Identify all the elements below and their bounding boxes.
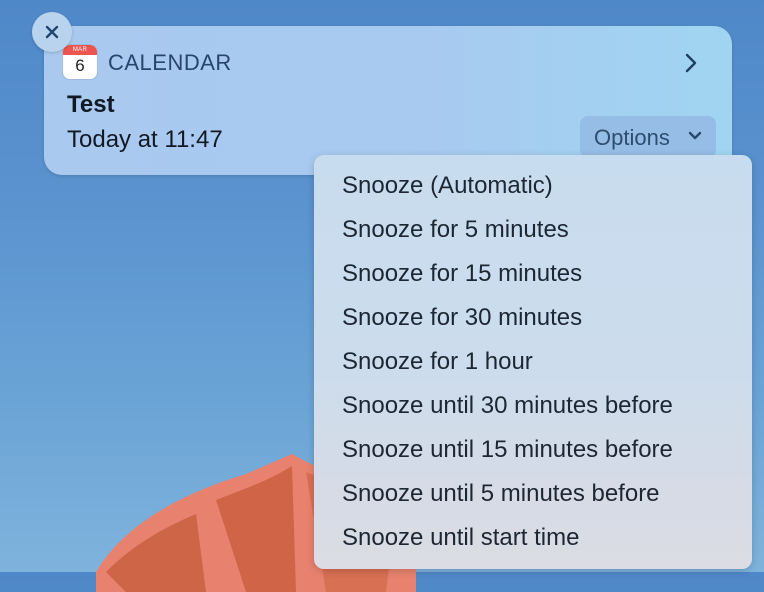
menu-item-snooze-automatic[interactable]: Snooze (Automatic) bbox=[342, 164, 742, 208]
snooze-options-menu: Snooze (Automatic) Snooze for 5 minutes … bbox=[314, 155, 752, 569]
menu-item-snooze-15-minutes[interactable]: Snooze for 15 minutes bbox=[342, 252, 742, 296]
calendar-notification[interactable]: MAR 6 CALENDAR Test Today at 11:47 Optio… bbox=[44, 26, 732, 175]
options-button-label: Options bbox=[594, 125, 670, 150]
chevron-down-icon bbox=[688, 131, 702, 140]
menu-item-snooze-until-5-before[interactable]: Snooze until 5 minutes before bbox=[342, 472, 742, 516]
calendar-icon-month: MAR bbox=[63, 45, 97, 55]
menu-item-snooze-30-minutes[interactable]: Snooze for 30 minutes bbox=[342, 296, 742, 340]
calendar-app-icon: MAR 6 bbox=[63, 45, 97, 79]
menu-item-snooze-until-start[interactable]: Snooze until start time bbox=[342, 516, 742, 560]
chevron-right-icon[interactable] bbox=[684, 52, 698, 74]
close-notification-button[interactable] bbox=[32, 12, 72, 52]
close-icon bbox=[45, 25, 59, 39]
app-name-label: CALENDAR bbox=[108, 50, 232, 75]
notification-title: Test bbox=[67, 91, 115, 118]
menu-item-snooze-until-15-before[interactable]: Snooze until 15 minutes before bbox=[342, 428, 742, 472]
notification-time: Today at 11:47 bbox=[67, 126, 223, 153]
menu-item-snooze-5-minutes[interactable]: Snooze for 5 minutes bbox=[342, 208, 742, 252]
options-button[interactable]: Options bbox=[580, 116, 716, 158]
menu-item-snooze-1-hour[interactable]: Snooze for 1 hour bbox=[342, 340, 742, 384]
calendar-icon-day: 6 bbox=[75, 56, 85, 75]
menu-item-snooze-until-30-before[interactable]: Snooze until 30 minutes before bbox=[342, 384, 742, 428]
